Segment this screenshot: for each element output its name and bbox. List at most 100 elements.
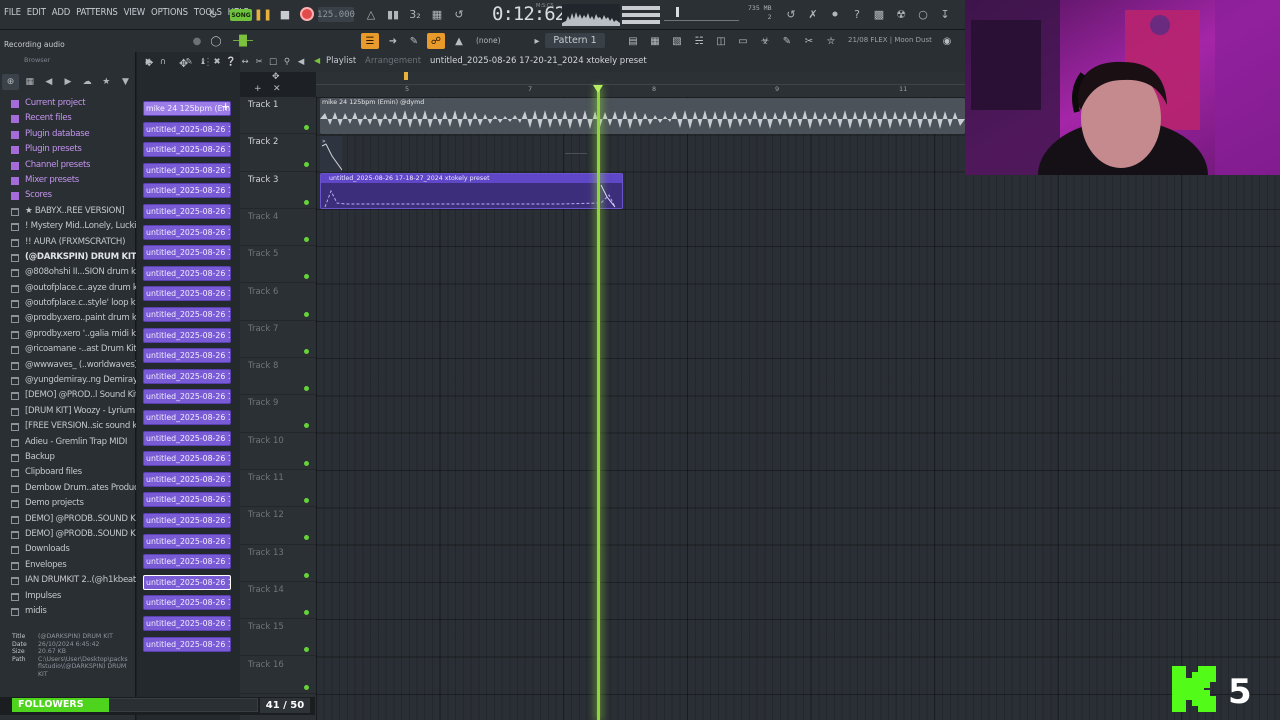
picker-clip[interactable]: untitled_2025-08-26 17-... xyxy=(143,286,231,302)
link-icon[interactable]: ☍ xyxy=(427,33,445,49)
chevron-down-icon[interactable]: ▼ xyxy=(117,74,134,90)
track-header[interactable]: Track 13 xyxy=(240,545,316,582)
picker-clip[interactable]: untitled_2025-08-26 17-... xyxy=(143,183,231,199)
browser-folder[interactable]: Adieu - Gremlin Trap MIDI xyxy=(0,435,136,450)
playhead-marker[interactable] xyxy=(593,85,603,93)
tempo-tapper-icon[interactable]: ☣ xyxy=(756,33,774,49)
pitch-slider[interactable] xyxy=(664,5,739,25)
track-mute-led[interactable] xyxy=(304,684,309,690)
track-header[interactable]: Track 2 xyxy=(240,134,316,172)
track-mute-led[interactable] xyxy=(304,498,309,503)
picker-clip[interactable]: untitled_2025-08-26 17-... xyxy=(143,224,231,240)
menu-view[interactable]: VIEW xyxy=(124,7,146,18)
master-volume-knob[interactable]: ◯ xyxy=(207,33,225,49)
menu-file[interactable]: FILE xyxy=(4,7,21,18)
loop-record-icon[interactable]: ↻ xyxy=(204,5,222,23)
select-icon[interactable]: □ xyxy=(267,55,279,69)
song-mode-toggle[interactable]: SONG xyxy=(230,9,252,21)
master-pitch-slider[interactable]: ─█─ xyxy=(233,33,253,49)
track-mute-led[interactable] xyxy=(304,199,309,205)
back-icon[interactable]: ◀ xyxy=(40,74,57,90)
countdown-icon[interactable]: 3₂ xyxy=(406,5,424,23)
cloud-icon[interactable]: ☁ xyxy=(79,74,96,90)
help-icon[interactable]: ? xyxy=(848,5,866,23)
automation-clip[interactable]: » xyxy=(320,136,342,172)
channel-rack-icon[interactable]: ▧ xyxy=(668,33,686,49)
browser-item[interactable]: Plugin presets xyxy=(0,142,136,157)
track-header[interactable]: Track 4 xyxy=(240,209,316,247)
chat-icon[interactable]: ○ xyxy=(914,5,932,23)
refresh-icon[interactable]: ↺ xyxy=(782,5,800,23)
track-mute-led[interactable] xyxy=(304,647,309,653)
playhead[interactable] xyxy=(597,88,600,720)
browser-folder[interactable]: [FREE VERSION..sic sound kit xyxy=(0,419,136,434)
picker-clip[interactable]: untitled_2025-08-26 17-... xyxy=(143,430,231,446)
track-mute-led[interactable] xyxy=(304,423,309,429)
play-icon[interactable]: ▶ xyxy=(143,55,155,69)
browser-folder[interactable]: midis xyxy=(0,604,136,619)
browser-home-icon[interactable]: ⊕ xyxy=(2,74,20,90)
track-mute-led[interactable] xyxy=(304,535,309,541)
pencil-icon[interactable]: ✎ xyxy=(405,33,423,49)
browser-folder[interactable]: ★ BABYX..REE VERSION] xyxy=(0,204,136,219)
picker-clip[interactable]: untitled_2025-08-26 17-... xyxy=(143,265,231,281)
tempo-display[interactable]: 125.000 xyxy=(317,7,355,22)
zoom-icon[interactable]: ⚲ xyxy=(281,55,293,69)
browser-folder[interactable]: Envelopes xyxy=(0,558,136,573)
picker-clip[interactable]: untitled_2025-08-26 17-... xyxy=(143,368,231,384)
slip-icon[interactable]: ↔ xyxy=(239,55,251,69)
picker-clip[interactable]: untitled_2025-08-26 17-... xyxy=(143,204,231,219)
mute-icon[interactable]: ❔ xyxy=(225,55,237,69)
picker-clip[interactable]: untitled_2025-08-26 17-... xyxy=(143,492,231,508)
browser-icon[interactable]: ▭ xyxy=(734,33,752,49)
picker-clip[interactable]: untitled_2025-08-26 17-... xyxy=(143,348,231,364)
pattern-selector[interactable]: Pattern 1 xyxy=(545,33,605,48)
delete-icon[interactable]: ✖ xyxy=(211,55,223,69)
download-icon[interactable]: ↧ xyxy=(936,5,954,23)
menu-add[interactable]: ADD xyxy=(52,7,71,18)
play-pause-button[interactable]: ❚❚ xyxy=(254,5,272,23)
track-header[interactable]: Track 3 xyxy=(240,172,316,209)
track-header[interactable]: Track 9 xyxy=(240,395,316,433)
browser-item[interactable]: Plugin database xyxy=(0,127,136,142)
track-mute-led[interactable] xyxy=(304,311,309,317)
browser-folder[interactable]: @outofplace.c..style' loop kit xyxy=(0,296,136,311)
cut-icon[interactable]: ✗ xyxy=(804,5,822,23)
mixer-icon[interactable]: ☵ xyxy=(690,33,708,49)
star-icon[interactable]: ★ xyxy=(98,74,115,90)
picker-clip[interactable]: untitled_2025-08-26 17-... xyxy=(143,636,231,652)
track-mute-led[interactable] xyxy=(304,572,309,578)
arrow-right-icon[interactable]: ➜ xyxy=(384,33,402,49)
browser-folder[interactable]: Clipboard files xyxy=(0,465,136,480)
scissors-icon[interactable]: ✂ xyxy=(800,33,818,49)
browser-item[interactable]: Channel presets xyxy=(0,158,136,173)
browser-item[interactable]: Scores xyxy=(0,188,136,203)
browser-folder[interactable]: [DRUM KIT] Woozy - Lyrium xyxy=(0,404,136,419)
browser-item[interactable]: Mixer presets xyxy=(0,173,136,188)
snap-selector[interactable]: (none) xyxy=(476,36,501,45)
browser-folder[interactable]: @ricoamane -..ast Drum Kit xyxy=(0,342,136,357)
browser-folder[interactable]: Backup xyxy=(0,450,136,465)
track-header[interactable]: Track 6 xyxy=(240,284,316,321)
picker-clip[interactable]: untitled_2025-08-26 17-... xyxy=(143,574,231,590)
playback-icon[interactable]: ◀ xyxy=(295,55,307,69)
picker-clip[interactable]: untitled_2025-08-26 17-... xyxy=(143,389,231,405)
plugin-icon[interactable]: ☢ xyxy=(892,5,910,23)
mixer-knob-icon[interactable]: ● xyxy=(188,33,206,49)
record-button[interactable] xyxy=(298,5,316,23)
loop-marker[interactable] xyxy=(404,72,408,80)
track-mute-led[interactable] xyxy=(304,348,309,354)
stamp-icon[interactable]: ▲ xyxy=(450,33,468,49)
track-header[interactable]: Track 15 xyxy=(240,619,316,657)
track-header[interactable]: Track 14 xyxy=(240,582,316,620)
menu-patterns[interactable]: PATTERNS xyxy=(76,7,118,18)
add-track-icon[interactable]: + xyxy=(254,84,262,94)
track-header[interactable]: Track 16 xyxy=(240,657,316,694)
menu-edit[interactable]: EDIT xyxy=(27,7,46,18)
globe-icon[interactable]: ◉ xyxy=(938,33,956,49)
microphone-icon[interactable]: ⚫ xyxy=(826,5,844,23)
track-header[interactable]: Track 7 xyxy=(240,321,316,359)
draw-icon[interactable]: ✎ xyxy=(183,55,195,69)
browser-folder[interactable]: @outofplace.c..ayze drum kit xyxy=(0,281,136,296)
track-header[interactable]: Track 1 xyxy=(240,97,316,135)
